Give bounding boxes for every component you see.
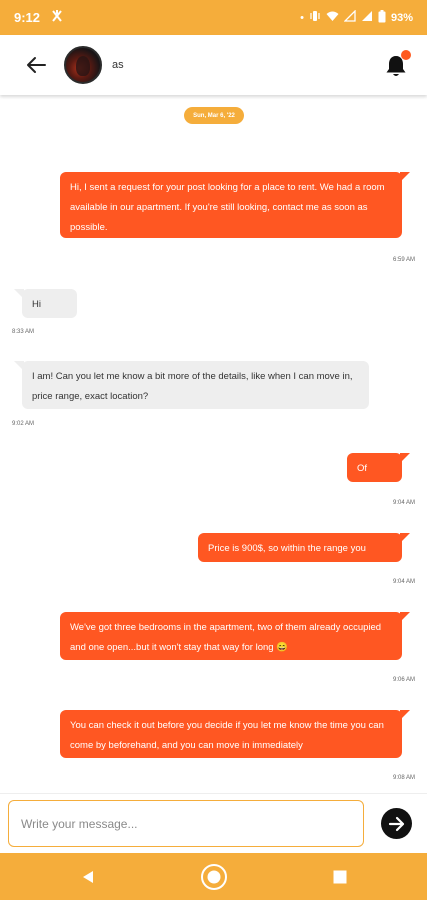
message-text: Price is 900$, so within the range you p… xyxy=(208,543,366,574)
message-timestamp: 9:04 AM xyxy=(392,579,415,585)
message-text: You can check it out before you decide i… xyxy=(70,720,384,751)
wifi-icon xyxy=(326,10,339,25)
message-text: Hi xyxy=(32,299,41,310)
message-text: We've got three bedrooms in the apartmen… xyxy=(70,622,382,653)
message-timestamp: 9:08 AM xyxy=(392,775,415,781)
back-button[interactable] xyxy=(14,43,58,87)
message-timestamp: 8:33 AM xyxy=(12,329,35,335)
system-nav-bar xyxy=(0,853,427,900)
date-separator: Sun, Mar 6, '22 xyxy=(184,107,244,124)
arrow-left-icon xyxy=(27,57,46,73)
message-bubble-incoming[interactable]: I am! Can you let me know a bit more of … xyxy=(14,361,369,409)
composer-bar xyxy=(0,793,427,853)
contact-avatar[interactable] xyxy=(64,46,102,84)
home-circle-icon xyxy=(200,863,227,890)
notification-badge xyxy=(401,50,411,60)
app-notification-icon xyxy=(50,9,64,26)
battery-icon xyxy=(378,9,386,26)
message-timestamp: 9:04 AM xyxy=(392,500,415,506)
message-bubble-outgoing[interactable]: Hi, I sent a request for your post looki… xyxy=(60,172,410,238)
vibrate-icon xyxy=(309,10,321,25)
contact-name[interactable]: as xyxy=(112,59,124,71)
status-bar: 9:12 • 93% xyxy=(0,0,427,35)
message-bubble-incoming[interactable]: Hi xyxy=(14,289,77,318)
square-recents-icon xyxy=(333,870,346,883)
message-bubble-outgoing[interactable]: We've got three bedrooms in the apartmen… xyxy=(60,612,410,660)
message-timestamp: 6:59 AM xyxy=(392,257,415,263)
dot-icon: • xyxy=(300,11,304,24)
nav-home-button[interactable] xyxy=(199,862,229,892)
message-text: I am! Can you let me know a bit more of … xyxy=(32,371,353,402)
message-text: Of course xyxy=(357,463,386,494)
signal-icon-2 xyxy=(361,10,373,25)
message-input[interactable] xyxy=(8,800,364,847)
message-bubble-outgoing[interactable]: Of course xyxy=(347,453,410,494)
message-list[interactable]: Sun, Mar 6, '22 Hi, I sent a request for… xyxy=(0,95,427,793)
signal-icon xyxy=(343,9,356,25)
arrow-right-icon xyxy=(388,816,404,831)
send-button[interactable] xyxy=(381,808,412,839)
message-bubble-outgoing[interactable]: You can check it out before you decide i… xyxy=(60,710,410,758)
nav-back-button[interactable] xyxy=(73,862,103,892)
battery-percent: 93% xyxy=(390,11,413,24)
nav-recents-button[interactable] xyxy=(325,862,355,892)
triangle-back-icon xyxy=(82,870,93,883)
status-icons: • 93% xyxy=(300,9,413,26)
message-timestamp: 9:06 AM xyxy=(392,677,415,683)
message-text: Hi, I sent a request for your post looki… xyxy=(70,182,385,233)
message-timestamp: 9:02 AM xyxy=(12,421,35,427)
message-bubble-outgoing[interactable]: Price is 900$, so within the range you p… xyxy=(198,533,410,574)
status-time: 9:12 xyxy=(14,10,41,25)
notifications-button[interactable] xyxy=(383,50,411,78)
chat-header: as xyxy=(0,35,427,95)
